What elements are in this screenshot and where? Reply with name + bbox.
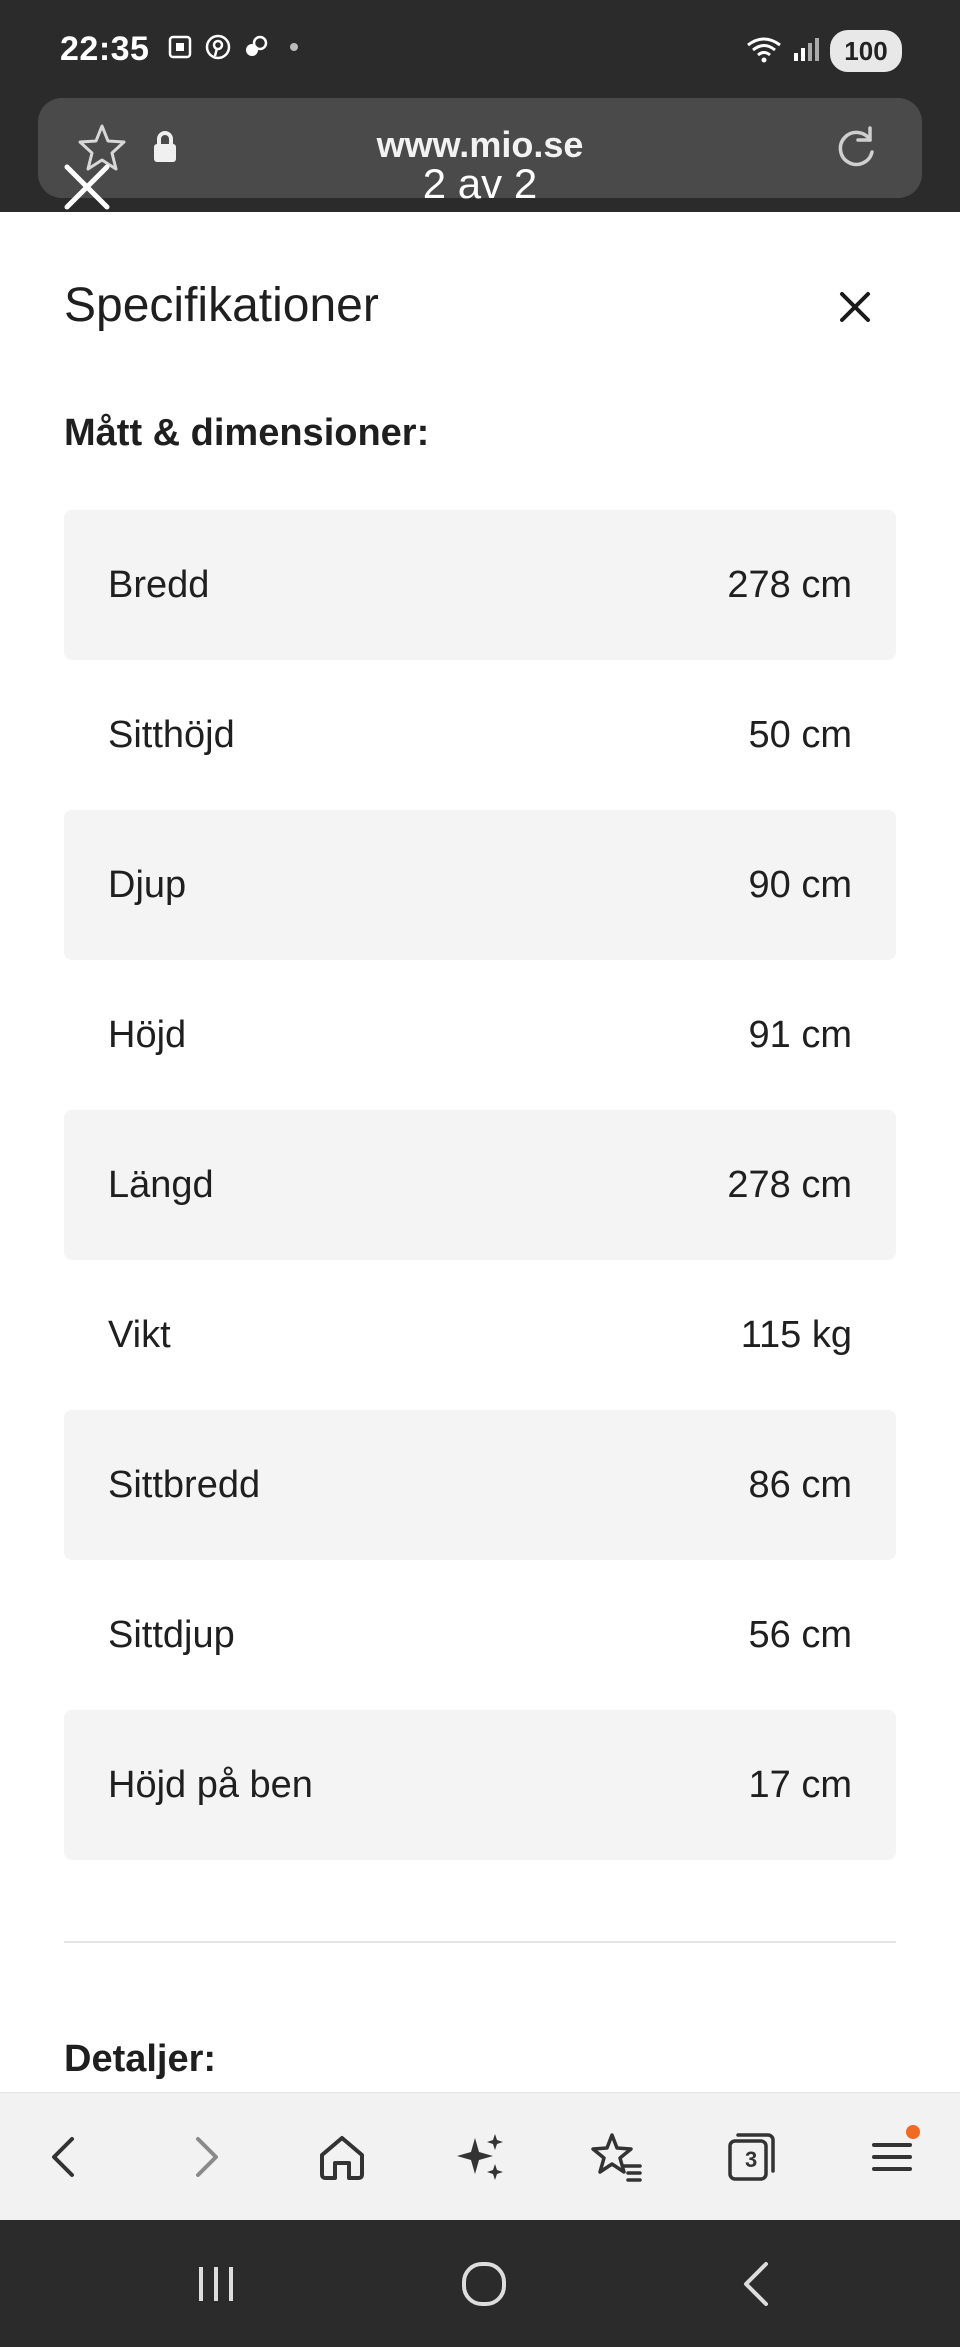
spec-label: Vikt: [108, 1313, 171, 1356]
wifi-icon: [746, 35, 782, 68]
menu-icon: [872, 2143, 912, 2171]
status-bar: 22:35 100: [0, 0, 960, 96]
system-navigation-bar: [0, 2220, 960, 2347]
spec-label: Bredd: [108, 563, 210, 606]
spec-row: Sittdjup 56 cm: [64, 1560, 896, 1710]
dimensions-heading: Mått & dimensioner:: [64, 412, 430, 454]
back-icon: [52, 2137, 74, 2177]
tabs-button[interactable]: 3: [718, 2123, 786, 2191]
browser-toolbar: 3: [0, 2092, 960, 2220]
forward-icon: [196, 2137, 218, 2177]
panel-title: Specifikationer: [64, 279, 379, 332]
specifications-panel: Specifikationer Mått & dimensioner: Bred…: [0, 212, 960, 2092]
signal-icon: [792, 35, 820, 68]
status-time: 22:35: [60, 30, 150, 68]
bookmarks-icon: [591, 2133, 642, 2182]
spec-value: 90 cm: [748, 863, 852, 906]
menu-button[interactable]: [858, 2123, 926, 2191]
notification-icons: [166, 33, 308, 61]
spec-value: 91 cm: [748, 1013, 852, 1056]
spec-value: 278 cm: [727, 563, 852, 606]
spec-label: Längd: [108, 1163, 214, 1206]
details-heading: Detaljer:: [64, 2038, 217, 2080]
screenshot-icon: [166, 33, 194, 61]
section-divider: [64, 1941, 896, 1943]
spec-value: 17 cm: [748, 1763, 852, 1806]
system-indicators: 100: [746, 30, 902, 72]
spec-label: Djup: [108, 863, 187, 906]
spec-row: Sitthöjd 50 cm: [64, 660, 896, 810]
gallery-counter: 2 av 2: [0, 160, 960, 208]
ai-assistant-button[interactable]: [446, 2123, 514, 2191]
back-chevron-icon: [744, 2262, 768, 2306]
tabs-count: 3: [745, 2147, 758, 2172]
forward-button[interactable]: [172, 2123, 240, 2191]
spec-row: Bredd 278 cm: [64, 510, 896, 660]
sparkle-icon: [457, 2134, 503, 2180]
spec-label: Sittdjup: [108, 1613, 235, 1656]
pinterest-icon: [204, 33, 232, 61]
spec-label: Sittbredd: [108, 1463, 261, 1506]
spec-label: Höjd på ben: [108, 1763, 313, 1806]
spec-value: 278 cm: [727, 1163, 852, 1206]
home-icon: [320, 2136, 364, 2180]
spec-value: 50 cm: [748, 713, 852, 756]
home-circle-icon: [462, 2262, 506, 2306]
spec-label: Höjd: [108, 1013, 187, 1056]
spec-row: Djup 90 cm: [64, 810, 896, 960]
home-button[interactable]: [308, 2123, 376, 2191]
spec-value: 56 cm: [748, 1613, 852, 1656]
spec-value: 86 cm: [748, 1463, 852, 1506]
spec-row: Längd 278 cm: [64, 1110, 896, 1260]
bookmarks-button[interactable]: [582, 2123, 650, 2191]
spec-row: Sittbredd 86 cm: [64, 1410, 896, 1560]
battery-indicator: 100: [830, 30, 902, 72]
menu-notification-badge: [906, 2125, 920, 2139]
close-icon[interactable]: [838, 290, 872, 329]
spec-value: 115 kg: [740, 1313, 852, 1356]
back-nav-button[interactable]: [720, 2248, 792, 2320]
app-notification-icon: [242, 33, 270, 61]
back-button[interactable]: [30, 2123, 98, 2191]
gallery-counter-text: 2 av 2: [422, 160, 538, 207]
spec-row: Vikt 115 kg: [64, 1260, 896, 1410]
more-notifications-dot-icon: [280, 33, 308, 61]
spec-label: Sitthöjd: [108, 713, 235, 756]
spec-row: Höjd 91 cm: [64, 960, 896, 1110]
recent-apps-icon: [199, 2267, 233, 2301]
spec-table: Bredd 278 cm Sitthöjd 50 cm Djup 90 cm H…: [64, 510, 896, 1860]
recent-apps-button[interactable]: [180, 2248, 252, 2320]
spec-row: Höjd på ben 17 cm: [64, 1710, 896, 1860]
home-nav-button[interactable]: [448, 2248, 520, 2320]
